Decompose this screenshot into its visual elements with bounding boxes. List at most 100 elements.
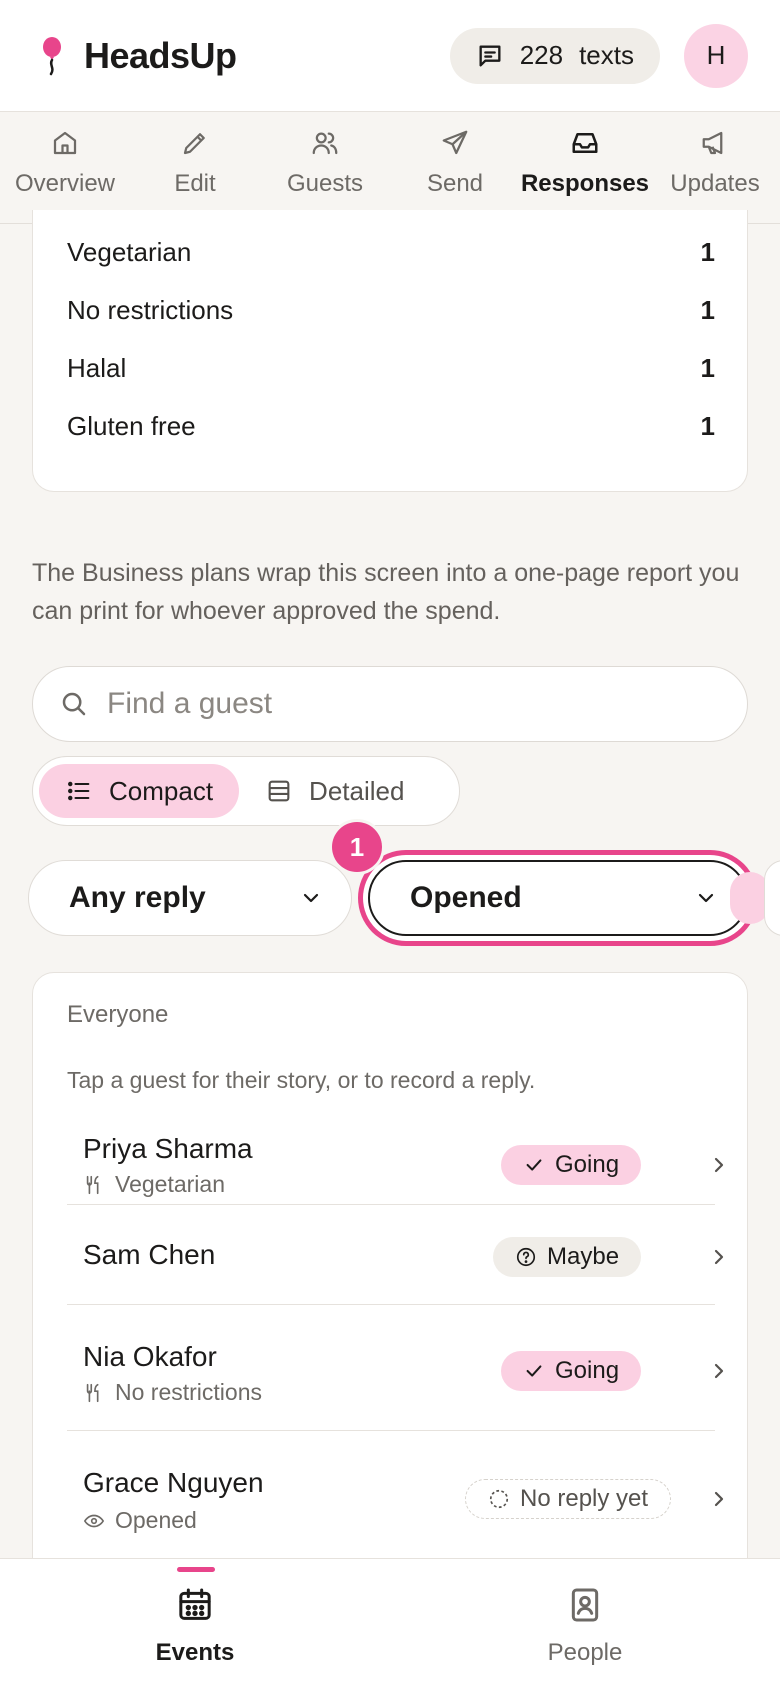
event-tabs: Overview Edit Guests Send Responses Upda…	[0, 112, 780, 224]
inbox-icon	[570, 128, 600, 158]
business-plan-note: The Business plans wrap this screen into…	[32, 559, 740, 625]
chevron-right-icon	[707, 1245, 731, 1269]
diet-count: 1	[700, 410, 715, 441]
user-avatar[interactable]: H	[684, 23, 748, 88]
guest-row[interactable]: Nia Okafor No restrictions Going	[67, 1305, 724, 1431]
chevron-down-icon	[694, 886, 718, 910]
compact-view-button[interactable]: Compact	[39, 764, 240, 818]
activity-filter-value: Opened	[410, 881, 522, 914]
contacts-icon	[565, 1585, 605, 1625]
diet-row: Vegetarian 1	[67, 232, 715, 272]
guest-meta-text: No restrictions	[115, 1379, 262, 1405]
guest-name: Priya Sharma	[83, 1133, 253, 1164]
tab-updates[interactable]: Updates	[650, 112, 780, 223]
chevron-right-icon	[707, 1153, 731, 1177]
chevron-down-icon	[299, 886, 323, 910]
next-filter-select[interactable]	[764, 860, 780, 936]
tab-guests[interactable]: Guests	[260, 112, 390, 223]
guest-name: Sam Chen	[83, 1239, 216, 1270]
list-subtitle: Tap a guest for their story, or to recor…	[67, 1067, 536, 1093]
chevron-right-icon	[707, 1487, 731, 1511]
eye-icon	[83, 1510, 105, 1532]
guest-row[interactable]: Sam Chen Maybe	[67, 1205, 724, 1305]
tab-label: Overview	[14, 170, 116, 197]
brand-title: HeadsUp	[84, 34, 237, 76]
app-header: HeadsUp 228 texts H	[0, 0, 780, 112]
step-badge: 1	[332, 822, 382, 872]
check-icon	[523, 1154, 545, 1176]
list-title: Everyone	[67, 1001, 169, 1028]
diet-count: 1	[700, 236, 715, 267]
diet-label: No restrictions	[67, 294, 234, 325]
tab-send[interactable]: Send	[390, 112, 520, 223]
diet-row: Halal 1	[67, 348, 715, 388]
question-circle-icon	[515, 1246, 537, 1268]
status-badge: Going	[501, 1351, 642, 1391]
megaphone-icon	[700, 128, 730, 158]
diet-label: Gluten free	[67, 410, 196, 441]
guest-name: Nia Okafor	[83, 1341, 217, 1372]
utensils-icon	[83, 1382, 105, 1404]
app-root: HeadsUp 228 texts H Overview Edit Guests…	[0, 0, 780, 1688]
users-icon	[310, 128, 340, 158]
guest-row[interactable]: Priya Sharma Vegetarian Going	[67, 1101, 724, 1205]
nav-events[interactable]: Events	[0, 1559, 390, 1688]
bottom-nav: Events People	[0, 1558, 780, 1688]
balloon-logo-icon	[38, 36, 66, 76]
guest-search-input[interactable]	[107, 687, 747, 721]
status-text: Maybe	[547, 1243, 620, 1270]
detailed-view-button[interactable]: Detailed	[239, 764, 430, 818]
status-badge: Going	[501, 1145, 642, 1185]
guest-meta: No restrictions	[83, 1379, 262, 1406]
tab-responses[interactable]: Responses	[520, 112, 650, 223]
guest-meta-text: Opened	[115, 1507, 197, 1533]
diet-count: 1	[700, 294, 715, 325]
list-icon	[65, 777, 93, 805]
diet-row: No restrictions 1	[67, 290, 715, 330]
dashed-circle-icon	[488, 1488, 510, 1510]
tab-label: Updates	[670, 170, 760, 197]
tab-label: Edit	[174, 170, 216, 197]
diet-count: 1	[700, 352, 715, 383]
message-icon	[476, 42, 504, 70]
nav-people[interactable]: People	[390, 1559, 780, 1688]
search-icon	[59, 689, 89, 719]
calendar-icon	[175, 1585, 215, 1625]
reply-filter-value: Any reply	[69, 881, 206, 914]
nav-label: People	[547, 1639, 623, 1666]
guest-search-box[interactable]	[32, 666, 748, 742]
credits-count: 228	[519, 40, 564, 70]
diet-label: Vegetarian	[67, 236, 192, 267]
status-badge: No reply yet	[465, 1479, 672, 1519]
chevron-right-icon	[707, 1359, 731, 1383]
text-credits-pill[interactable]: 228 texts	[449, 27, 660, 84]
status-text: Going	[555, 1357, 620, 1384]
guest-meta-text: Vegetarian	[115, 1171, 225, 1197]
guest-row[interactable]: Grace Nguyen Opened No reply yet	[67, 1431, 724, 1561]
dietary-breakdown-card: Vegetarian 1 No restrictions 1 Halal 1 G…	[32, 210, 748, 492]
tab-label: Responses	[520, 170, 650, 197]
tab-edit[interactable]: Edit	[130, 112, 260, 223]
tab-overview[interactable]: Overview	[0, 112, 130, 223]
home-icon	[50, 128, 80, 158]
guest-meta: Vegetarian	[83, 1171, 225, 1198]
status-text: No reply yet	[520, 1485, 649, 1512]
activity-filter-select[interactable]: Opened	[368, 860, 748, 936]
diet-row: Gluten free 1	[67, 406, 715, 446]
credits-unit: texts	[579, 40, 634, 70]
diet-label: Halal	[67, 352, 127, 383]
guest-name: Grace Nguyen	[83, 1467, 264, 1498]
view-mode-toggle: Compact Detailed	[32, 756, 460, 826]
tab-label: Send	[426, 170, 484, 197]
status-text: Going	[555, 1151, 620, 1178]
status-badge: Maybe	[493, 1237, 642, 1277]
compact-label: Compact	[109, 775, 214, 806]
check-icon	[523, 1360, 545, 1382]
detailed-label: Detailed	[309, 775, 405, 806]
brand[interactable]: HeadsUp	[38, 35, 237, 77]
reply-filter-select[interactable]: Any reply	[28, 860, 352, 936]
utensils-icon	[83, 1174, 105, 1196]
rows-icon	[265, 777, 293, 805]
nav-label: Events	[155, 1639, 235, 1666]
pencil-icon	[180, 128, 210, 158]
